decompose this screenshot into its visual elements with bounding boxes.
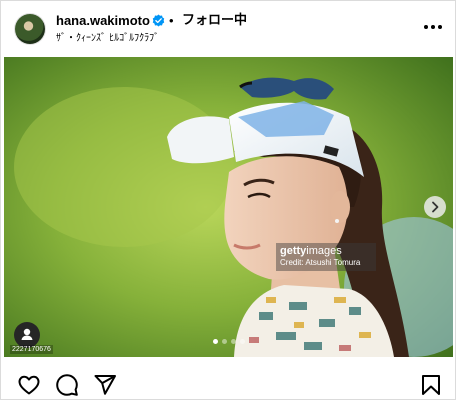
verified-badge-icon [152, 14, 165, 27]
carousel-indicator [4, 339, 453, 345]
chevron-right-icon [432, 201, 439, 213]
post-header: hana.wakimoto • フォロー中 ｻﾞ・ｸｨｰﾝｽﾞ ﾋﾙｺﾞﾙﾌｸﾗ… [1, 1, 455, 56]
save-button[interactable] [419, 373, 443, 397]
post-media[interactable]: gettyimages Credit: Atsushi Tomura 22271… [4, 57, 453, 357]
comment-icon [56, 374, 78, 396]
share-icon [94, 375, 116, 395]
more-options-button[interactable] [421, 19, 445, 35]
share-button[interactable] [93, 373, 117, 397]
carousel-dot [212, 339, 218, 344]
carousel-dot [239, 339, 245, 344]
post-photo [4, 57, 453, 357]
bookmark-icon [422, 375, 440, 395]
username-link[interactable]: hana.wakimoto [56, 13, 150, 29]
watermark-credit: Credit: Atsushi Tomura [280, 258, 361, 267]
location-link[interactable]: ｻﾞ・ｸｨｰﾝｽﾞ ﾋﾙｺﾞﾙﾌｸﾗﾌﾞ [56, 33, 159, 45]
next-image-button[interactable] [424, 196, 446, 218]
carousel-dot [221, 339, 227, 344]
watermark-logo: gettyimages [280, 245, 342, 257]
image-id: 2227170676 [10, 345, 53, 354]
more-horizontal-icon [424, 25, 442, 29]
following-button[interactable]: フォロー中 [182, 13, 247, 29]
carousel-dot [230, 339, 236, 344]
separator-dot: • [169, 13, 174, 28]
like-button[interactable] [17, 373, 41, 397]
comment-button[interactable] [55, 373, 79, 397]
post-actions [1, 363, 455, 399]
heart-icon [18, 375, 40, 395]
instagram-post: hana.wakimoto • フォロー中 ｻﾞ・ｸｨｰﾝｽﾞ ﾋﾙｺﾞﾙﾌｸﾗ… [0, 0, 456, 400]
avatar[interactable] [15, 14, 45, 44]
